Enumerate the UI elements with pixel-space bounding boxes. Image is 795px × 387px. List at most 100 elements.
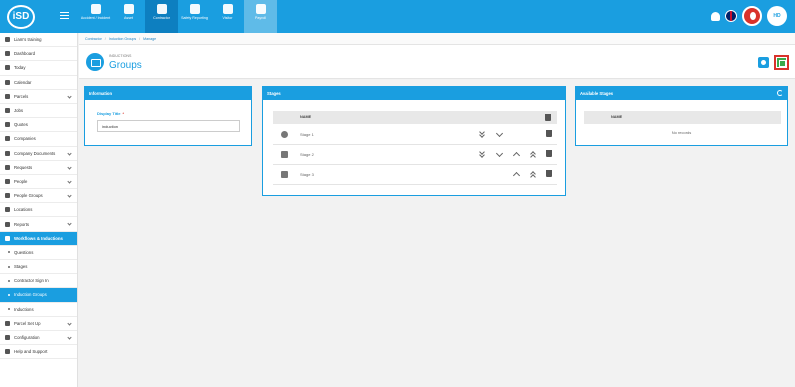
sidebar-item-reports[interactable]: Reports — [0, 217, 77, 232]
sidebar-item-label: Questions — [14, 249, 34, 255]
avatar[interactable]: HD — [767, 6, 787, 26]
sidebar-item-stages[interactable]: Stages — [0, 260, 77, 275]
delete-icon[interactable] — [545, 170, 553, 178]
save-button[interactable] — [774, 55, 789, 70]
save-icon — [777, 58, 786, 67]
training-icon — [5, 37, 10, 43]
jobs-icon — [5, 108, 10, 114]
sidebar: Liam's training Dashboard Today Calendar Par… — [0, 33, 78, 387]
delete-icon[interactable] — [545, 150, 553, 158]
move-up-icon[interactable] — [512, 150, 520, 158]
chevron-down-icon — [67, 179, 72, 184]
module-label: Contractor — [153, 16, 170, 20]
top-bar-actions: HD — [711, 6, 787, 26]
move-to-top-icon[interactable] — [529, 170, 537, 178]
sidebar-item-configuration[interactable]: Configuration — [0, 331, 77, 346]
available-table-header: NAME — [584, 111, 781, 124]
alert-drop-icon[interactable] — [742, 6, 762, 26]
module-asset[interactable]: Asset — [112, 0, 145, 33]
sidebar-item-label: Locations — [14, 207, 33, 213]
sidebar-item-dashboard[interactable]: Dashboard — [0, 47, 77, 62]
module-label: Safety Reporting — [181, 16, 208, 20]
bullet-icon — [8, 279, 10, 282]
panel-title: Available Stages — [576, 87, 787, 100]
sidebar-item-workflows-inductions[interactable]: Workflows & Inductions — [0, 231, 77, 246]
table-row: Stage 2 — [273, 145, 557, 165]
move-down-icon[interactable] — [495, 150, 503, 158]
sidebar-item-label: Today — [14, 65, 26, 71]
sidebar-item-parcels[interactable]: Parcels — [0, 90, 77, 104]
display-title-input[interactable] — [97, 120, 240, 132]
module-payroll[interactable]: Payroll — [244, 0, 277, 33]
delete-icon[interactable] — [545, 130, 553, 138]
induction-groups-icon — [86, 53, 104, 71]
sidebar-item-liam-s-training[interactable]: Liam's training — [0, 33, 77, 48]
module-contractor[interactable]: Contractor — [145, 0, 178, 33]
sidebar-item-inductions[interactable]: Inductions — [0, 303, 77, 317]
payroll-icon — [255, 4, 266, 14]
sidebar-item-label: Dashboard — [14, 51, 36, 57]
sidebar-item-people[interactable]: People — [0, 175, 77, 190]
move-up-icon[interactable] — [512, 170, 520, 178]
page-title: Groups — [109, 60, 142, 71]
sidebar-item-induction-groups[interactable]: Induction Groups — [0, 288, 77, 303]
stages-table-header: NAME — [273, 111, 557, 124]
sidebar-item-people-groups[interactable]: People Groups — [0, 189, 77, 204]
module-bar: Accident / Incident Asset Contractor Safety… — [79, 0, 277, 33]
sidebar-item-today[interactable]: Today — [0, 61, 77, 76]
sidebar-item-calendar[interactable]: Calendar — [0, 76, 77, 90]
sidebar-item-label: Reports — [14, 221, 30, 227]
bullet-icon — [8, 293, 10, 296]
sidebar-item-requests[interactable]: Requests — [0, 161, 77, 175]
sidebar-item-label: Inductions — [14, 306, 34, 312]
sidebar-item-label: People Groups — [14, 193, 43, 199]
help-icon — [5, 349, 10, 355]
refresh-icon[interactable] — [777, 90, 783, 96]
available-stages-panel: Available Stages NAME No records — [575, 86, 788, 146]
breadcrumb-separator: / — [139, 36, 141, 41]
sidebar-item-quotes[interactable]: Quotes — [0, 118, 77, 133]
menu-icon[interactable] — [60, 12, 69, 21]
column-header-name: NAME — [611, 115, 623, 119]
dashboard-icon — [5, 51, 10, 57]
panel-title: Information — [85, 87, 251, 100]
stages-panel: Stages NAME Stage 1 Stage 2 Stage 3 — [262, 86, 566, 196]
table-row: Stage 1 — [273, 125, 557, 145]
breadcrumb-item: Manage — [143, 36, 157, 41]
check-icon — [281, 131, 288, 138]
sidebar-item-parcel-set-up[interactable]: Parcel Set Up — [0, 317, 77, 331]
module-visitor[interactable]: Visitor — [211, 0, 244, 33]
move-to-top-icon[interactable] — [529, 150, 537, 158]
sidebar-item-contractor-sign-in[interactable]: Contractor Sign In — [0, 274, 77, 289]
app-logo[interactable]: iSD — [7, 5, 35, 29]
sidebar-item-questions[interactable]: Questions — [0, 246, 77, 260]
requests-icon — [5, 164, 10, 170]
sidebar-item-label: Jobs — [14, 108, 24, 114]
sidebar-item-companies[interactable]: Companies — [0, 132, 77, 147]
notification-bell-icon[interactable] — [711, 11, 720, 21]
bullet-icon — [8, 308, 10, 311]
move-down-icon[interactable] — [495, 130, 503, 138]
module-safety-reporting[interactable]: Safety Reporting — [178, 0, 211, 33]
move-to-bottom-icon[interactable] — [478, 150, 486, 158]
stage-name: Stage 3 — [300, 172, 314, 177]
stage-name: Stage 2 — [300, 152, 314, 157]
sidebar-item-label: Parcel Set Up — [14, 320, 41, 326]
breadcrumb-item[interactable]: Contractor — [85, 37, 102, 41]
move-to-bottom-icon[interactable] — [478, 130, 486, 138]
delete-all-icon[interactable] — [545, 114, 551, 121]
sidebar-item-label: Stages — [14, 264, 28, 270]
breadcrumb-item[interactable]: Induction Groups — [109, 37, 136, 41]
sidebar-item-label: Calendar — [14, 79, 32, 85]
language-flag-icon[interactable] — [725, 10, 737, 22]
module-label: Asset — [124, 16, 133, 20]
back-button[interactable] — [758, 57, 769, 68]
sidebar-item-jobs[interactable]: Jobs — [0, 104, 77, 119]
sidebar-item-company-documents[interactable]: Company Documents — [0, 147, 77, 161]
sidebar-item-help-and-support[interactable]: Help and Support — [0, 345, 77, 360]
calendar-icon — [5, 79, 10, 85]
module-accident[interactable]: Accident / Incident — [79, 0, 112, 33]
sidebar-item-label: Parcels — [14, 93, 29, 99]
sidebar-item-locations[interactable]: Locations — [0, 203, 77, 218]
chevron-down-icon — [67, 94, 72, 99]
